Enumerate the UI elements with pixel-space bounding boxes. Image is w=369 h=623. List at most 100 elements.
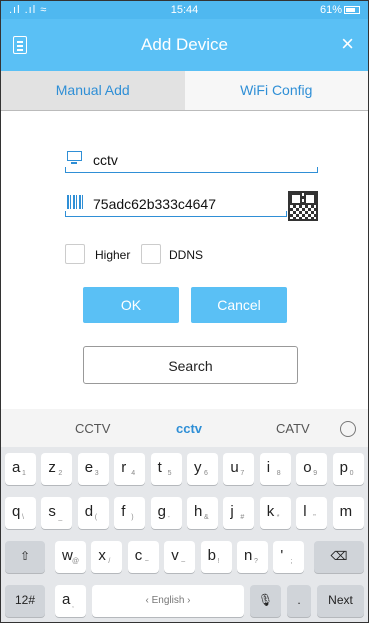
key-i[interactable]: i8 xyxy=(259,453,291,485)
key-z[interactable]: z2 xyxy=(41,453,73,485)
key-label: z xyxy=(48,459,56,476)
key-u[interactable]: u7 xyxy=(223,453,255,485)
key-p[interactable]: p0 xyxy=(332,453,364,485)
key-w[interactable]: w @ xyxy=(55,541,86,573)
shift-key[interactable]: ⇧ xyxy=(5,541,45,573)
key-label: o xyxy=(303,459,312,476)
key-r[interactable]: r4 xyxy=(114,453,146,485)
barcode-icon xyxy=(67,195,83,209)
key-label: n xyxy=(244,547,253,564)
status-time: 15:44 xyxy=(170,4,199,16)
key-v[interactable]: v – xyxy=(164,541,196,573)
key-label: p xyxy=(339,459,348,476)
space-key[interactable]: ‹ English › xyxy=(92,585,244,617)
key-sub-label: @ xyxy=(72,558,80,565)
ddns-label: DDNS xyxy=(169,248,204,262)
key-g[interactable]: g- xyxy=(150,497,182,529)
key-x[interactable]: x / xyxy=(91,541,123,573)
comma-key[interactable]: a, xyxy=(55,585,86,617)
key-sub-label: ? xyxy=(254,558,258,565)
suggestion-item[interactable]: CATV xyxy=(276,421,310,436)
qr-code-scan-icon[interactable] xyxy=(288,191,318,221)
key-t[interactable]: t5 xyxy=(150,453,182,485)
key-s[interactable]: s _ xyxy=(41,497,73,529)
period-key[interactable]: . xyxy=(287,585,311,617)
key-d[interactable]: d( xyxy=(77,497,109,529)
key-f[interactable]: f) xyxy=(114,497,146,529)
key-o[interactable]: o9 xyxy=(296,453,328,485)
tab-wifi-config[interactable]: WiFi Config xyxy=(184,71,368,110)
key-b[interactable]: b! xyxy=(200,541,232,573)
emoji-icon[interactable] xyxy=(340,421,356,437)
device-name-value: cctv xyxy=(93,152,118,168)
suggestion-item[interactable]: cctv xyxy=(176,421,202,436)
phone-screen: .ıl .ıl ≈ 15:44 61% Add Device × Manual … xyxy=(0,0,369,623)
numeric-switch-key[interactable]: 12# xyxy=(5,585,45,617)
ddns-checkbox[interactable] xyxy=(141,244,161,264)
key-label: ' xyxy=(280,547,284,564)
cancel-button[interactable]: Cancel xyxy=(191,287,287,323)
battery-percent: 61% xyxy=(319,4,342,16)
key-sub-label: 6 xyxy=(204,470,208,477)
ok-button[interactable]: OK xyxy=(83,287,179,323)
close-icon[interactable]: × xyxy=(341,33,354,55)
key-label: d xyxy=(84,503,94,520)
key-sub-label: ; xyxy=(290,558,293,565)
key-sub-label: ) xyxy=(131,514,134,521)
key-q[interactable]: q \ xyxy=(5,497,36,529)
key-h[interactable]: h & xyxy=(187,497,218,529)
key-label: e xyxy=(84,459,94,476)
key-e[interactable]: e3 xyxy=(77,453,109,485)
soft-keyboard: CCTV cctv CATV a 1 z 2 e 3 r 4 t 5 y 6 u 7 i 8 o 9 p 0 q \ s _ d… xyxy=(1,409,368,622)
key-sub-label: \ xyxy=(22,514,24,521)
key-sub-label: 1 xyxy=(22,470,26,477)
key-label: b xyxy=(207,547,216,564)
key-label: f xyxy=(121,503,126,520)
key-sub-label: ( xyxy=(94,514,98,521)
key-sub-label: / xyxy=(108,558,111,565)
key-n[interactable]: n? xyxy=(237,541,268,573)
microphone-key[interactable]: 🎙 xyxy=(250,585,281,617)
key-label: 12# xyxy=(14,593,36,607)
key-c[interactable]: c ~ xyxy=(127,541,159,573)
key-l[interactable]: l " xyxy=(296,497,328,529)
key-k[interactable]: k * xyxy=(259,497,291,529)
status-bar: .ıl .ıl ≈ 15:44 61% xyxy=(1,1,368,19)
key-'[interactable]: '; xyxy=(273,541,305,573)
key-label: u xyxy=(230,459,239,476)
suggestion-item[interactable]: CCTV xyxy=(75,421,110,436)
key-sub-label: , xyxy=(72,602,74,609)
key-sub-label: 8 xyxy=(276,470,281,477)
higher-checkbox[interactable] xyxy=(65,244,85,264)
suggestion-bar: CCTV cctv CATV xyxy=(1,409,368,447)
tab-manual-add[interactable]: Manual Add xyxy=(1,71,185,110)
tab-bar: Manual Add WiFi Config xyxy=(1,71,368,111)
battery-icon xyxy=(344,6,360,15)
key-label: a xyxy=(12,459,21,476)
key-label: ⇧ xyxy=(19,549,31,563)
key-label: s xyxy=(48,503,56,520)
key-y[interactable]: y6 xyxy=(187,453,218,485)
key-m[interactable]: m xyxy=(332,497,364,529)
serial-number-field[interactable]: 75adc62b333c4647 xyxy=(65,191,287,217)
key-j[interactable]: j # xyxy=(223,497,255,529)
key-sub-label: * xyxy=(276,514,280,521)
key-a[interactable]: a1 xyxy=(5,453,36,485)
key-sub-label: # xyxy=(240,514,245,521)
key-label: ‹ English › xyxy=(145,595,191,606)
key-sub-label: ~ xyxy=(144,558,149,565)
key-label: Next xyxy=(328,593,353,607)
next-key[interactable]: Next xyxy=(317,585,364,617)
key-label: a xyxy=(62,591,71,608)
key-label: l xyxy=(303,503,307,520)
search-button[interactable]: Search xyxy=(83,346,298,384)
key-sub-label: 7 xyxy=(240,470,245,477)
key-label: m xyxy=(339,503,353,520)
backspace-key[interactable]: ⌫ xyxy=(314,541,364,573)
key-label: q xyxy=(12,503,21,520)
key-sub-label: 0 xyxy=(349,470,354,477)
key-sub-label: - xyxy=(167,514,170,521)
app-bar: Add Device × xyxy=(1,19,368,71)
key-label: j xyxy=(230,503,234,520)
device-name-field[interactable]: cctv xyxy=(65,147,318,173)
